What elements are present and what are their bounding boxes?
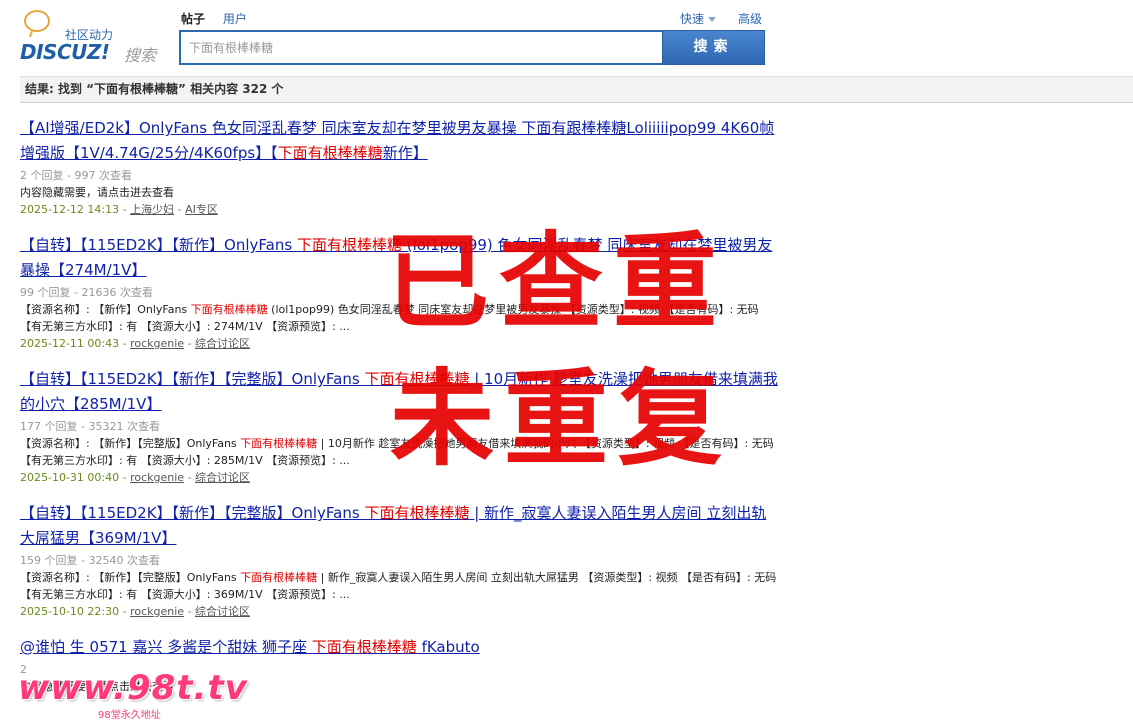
title-text: @谁怕 生 0571 嘉兴 多酱是个甜妹 狮子座 xyxy=(20,638,312,656)
separator: - xyxy=(119,203,131,216)
title-text: 【自转】【115ED2K】【新作】【完整版】OnlyFans xyxy=(20,370,365,388)
separator: - xyxy=(119,337,131,350)
result-item: 【自转】【115ED2K】【新作】【完整版】OnlyFans 下面有根棒棒糖 |… xyxy=(20,501,780,620)
title-highlight: 下面有根棒棒糖 xyxy=(311,638,417,656)
result-title-link[interactable]: @谁怕 生 0571 嘉兴 多酱是个甜妹 狮子座 下面有根棒棒糖 fKabuto xyxy=(20,635,780,660)
title-highlight: 下面有根棒棒糖 xyxy=(277,144,383,162)
result-summary-text: 【资源名称】: 【新作】【完整版】OnlyFans 下面有根棒棒糖 | 新作_寂… xyxy=(20,569,780,603)
discuz-logo[interactable]: 社区动力 DISCUZ! 搜索 xyxy=(20,8,160,65)
summary-text: 内容隐藏需要，请点击进去查看 xyxy=(20,186,174,199)
summary-text: 【资源名称】: 【新作】【完整版】OnlyFans xyxy=(20,437,241,450)
post-date: 2025-12-11 00:43 xyxy=(20,337,120,350)
result-stats: 159 个回复 - 32540 次查看 xyxy=(20,554,160,567)
title-text: 【自转】【115ED2K】【新作】OnlyFans xyxy=(20,236,297,254)
title-highlight: 下面有根棒棒糖 xyxy=(364,504,470,522)
title-text: 【自转】【115ED2K】【新作】【完整版】OnlyFans xyxy=(20,504,365,522)
result-info: 2025-10-10 22:30 - rockgenie - 综合讨论区 xyxy=(20,603,780,620)
summary-highlight: 下面有根棒棒糖 xyxy=(240,437,318,450)
author-link[interactable]: rockgenie xyxy=(130,471,184,484)
separator: - xyxy=(119,471,131,484)
summary-text: 【资源名称】: 【新作】【完整版】OnlyFans xyxy=(20,571,241,584)
post-date: 2025-10-10 22:30 xyxy=(20,605,120,618)
stamp-checked: 已查重 xyxy=(385,221,728,343)
search-input[interactable] xyxy=(181,32,663,63)
tab-users[interactable]: 用户 xyxy=(223,10,247,27)
stamp-not-duplicate: 未重复 xyxy=(390,358,733,480)
separator: - xyxy=(119,605,131,618)
result-item: 【AI增强/ED2k】OnlyFans 色女同淫乱春梦 同床室友却在梦里被男友暴… xyxy=(20,116,780,218)
author-link[interactable]: rockgenie xyxy=(130,337,184,350)
forum-link[interactable]: AI专区 xyxy=(185,203,218,216)
search-button[interactable]: 搜索 xyxy=(662,30,765,65)
separator: - xyxy=(174,203,186,216)
caret-down-icon xyxy=(708,17,717,22)
title-text: 新作】 xyxy=(382,144,428,162)
separator: - xyxy=(184,605,196,618)
result-summary-text: 内容隐藏需要，请点击进去查看 xyxy=(20,184,780,201)
quick-search-dropdown[interactable]: 快速 xyxy=(680,10,717,27)
summary-highlight: 下面有根棒棒糖 xyxy=(190,303,268,316)
forum-link[interactable]: 综合讨论区 xyxy=(195,471,250,484)
summary-highlight: 下面有根棒棒糖 xyxy=(240,571,318,584)
search-box xyxy=(179,30,665,65)
result-title-link[interactable]: 【自转】【115ED2K】【新作】【完整版】OnlyFans 下面有根棒棒糖 |… xyxy=(20,501,780,551)
author-link[interactable]: rockgenie xyxy=(130,605,184,618)
post-date: 2025-12-12 14:13 xyxy=(20,203,120,216)
watermark-text: www.98t.tv xyxy=(18,668,248,708)
summary-text: 【资源名称】: 【新作】OnlyFans xyxy=(20,303,191,316)
site-watermark: www.98t.tv 98堂永久地址 xyxy=(18,668,248,721)
separator: - xyxy=(184,337,196,350)
search-type-tabs: 帖子 用户 xyxy=(181,10,261,27)
logo-sub: 搜索 xyxy=(124,46,157,65)
logo-bubble-icon xyxy=(24,10,50,32)
result-info: 2025-12-12 14:13 - 上海少妇 - AI专区 xyxy=(20,201,780,218)
quick-search-label: 快速 xyxy=(680,12,705,26)
result-stats: 2 个回复 - 997 次查看 xyxy=(20,169,132,182)
result-title-link[interactable]: 【AI增强/ED2k】OnlyFans 色女同淫乱春梦 同床室友却在梦里被男友暴… xyxy=(20,116,780,166)
forum-link[interactable]: 综合讨论区 xyxy=(195,605,250,618)
advanced-search-link[interactable]: 高级 xyxy=(738,10,762,27)
author-link[interactable]: 上海少妇 xyxy=(130,203,174,216)
watermark-sub: 98堂永久地址 xyxy=(98,710,161,721)
separator: - xyxy=(184,471,196,484)
post-date: 2025-10-31 00:40 xyxy=(20,471,120,484)
forum-link[interactable]: 综合讨论区 xyxy=(195,337,250,350)
result-summary: 结果: 找到 “下面有根棒棒糖” 相关内容 322 个 xyxy=(20,76,1133,103)
tab-posts[interactable]: 帖子 xyxy=(181,10,205,27)
title-text: fKabuto xyxy=(416,638,480,656)
logo-brand: DISCUZ! xyxy=(20,40,110,64)
